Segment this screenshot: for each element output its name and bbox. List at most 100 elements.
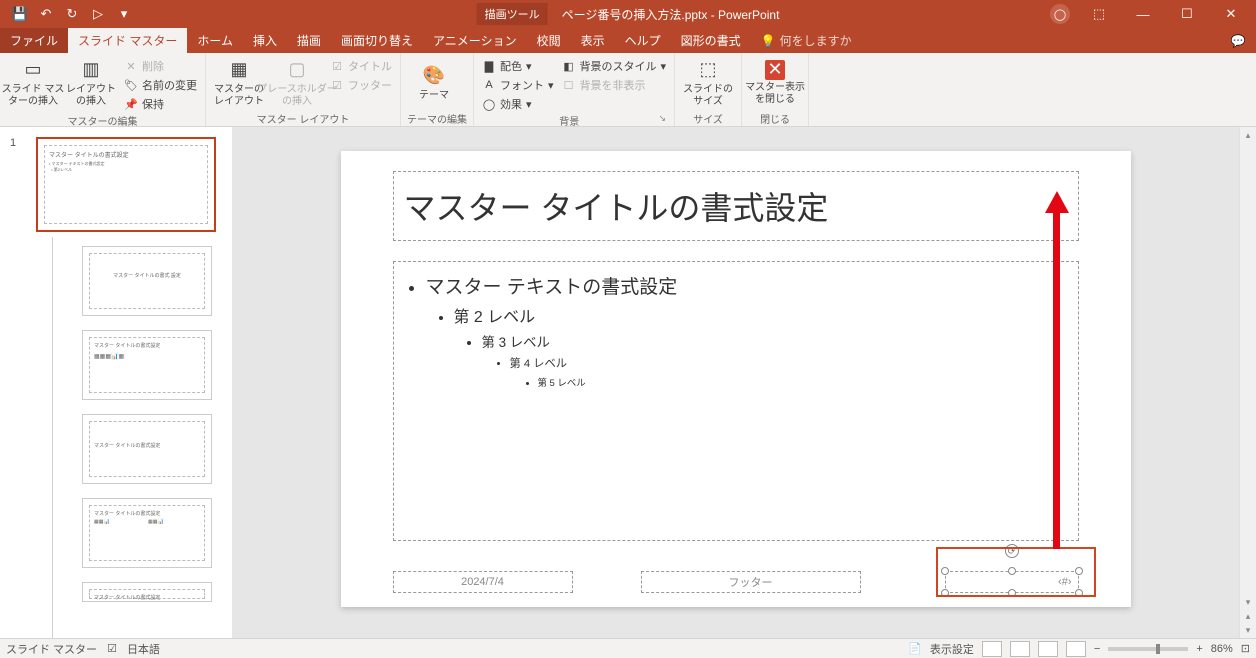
zoom-out-button[interactable]: − [1094,643,1100,655]
annotation-arrow-head-icon [1045,191,1069,213]
insert-placeholder-button: ▢ プレースホルダー の挿入 [270,55,324,111]
slide-edit-area[interactable]: マスター タイトルの書式設定 マスター テキストの書式設定 第 2 レベル 第 … [232,127,1239,638]
next-slide-icon[interactable]: ▾ [1240,622,1256,638]
group-edit-theme: 🎨 テーマ テーマの編集 [401,53,474,126]
delete-icon: ✕ [124,59,138,73]
qat-start-slideshow-icon[interactable]: ▷ [86,3,110,25]
layout-thumbnail-4[interactable]: マスター タイトルの書式設定▦▦📊▦▦📊 [82,498,212,568]
normal-view-button[interactable] [982,641,1002,657]
notes-icon[interactable]: 📄 [908,642,922,655]
tab-draw[interactable]: 描画 [287,28,331,53]
group-label-edit-theme: テーマの編集 [407,111,467,128]
scroll-up-icon[interactable]: ▴ [1240,127,1256,143]
resize-handle-s[interactable] [1008,589,1016,597]
footer-placeholder[interactable]: フッター [641,571,861,593]
layout-thumbnail-1[interactable]: マスター タイトルの書式 設定 [82,246,212,316]
tab-review[interactable]: 校閲 [527,28,571,53]
qat-save-icon[interactable]: 💾 [8,3,32,25]
group-edit-master: ▭ スライド マス ターの挿入 ▥ レイアウト の挿入 ✕削除 🏷名前の変更 📌… [0,53,206,126]
tell-me-search[interactable]: 💡 何をしますか [751,28,862,53]
resize-handle-sw[interactable] [941,589,949,597]
tab-slide-master[interactable]: スライド マスター [68,28,187,53]
display-settings-button[interactable]: 表示設定 [930,641,974,657]
reading-view-button[interactable] [1038,641,1058,657]
zoom-in-button[interactable]: + [1196,643,1202,655]
dropdown-icon: ▾ [526,98,532,111]
footer-checkbox: ☑フッター [328,76,394,94]
ribbon: ▭ スライド マス ターの挿入 ▥ レイアウト の挿入 ✕削除 🏷名前の変更 📌… [0,53,1256,127]
tab-help[interactable]: ヘルプ [615,28,671,53]
body-placeholder[interactable]: マスター テキストの書式設定 第 2 レベル 第 3 レベル 第 4 レベル 第… [393,261,1079,541]
group-size: ⬚ スライドの サイズ サイズ [675,53,742,126]
fit-to-window-button[interactable]: ⊡ [1241,642,1250,655]
page-number-placeholder[interactable]: ‹#› ⟳ [945,571,1079,593]
qat-redo-icon[interactable]: ↻ [60,3,84,25]
document-title: ページ番号の挿入方法.pptx - PowerPoint [562,6,780,23]
layout-thumbnail-5[interactable]: マスター タイトルの書式設定 [82,582,212,602]
checkbox-icon: ☑ [330,78,344,92]
tab-transitions[interactable]: 画面切り替え [331,28,423,53]
rotate-handle-icon[interactable]: ⟳ [1005,544,1019,558]
maximize-button[interactable]: ☐ [1166,0,1208,28]
dropdown-icon: ▾ [548,79,554,92]
status-language[interactable]: 日本語 [127,641,160,657]
tab-animations[interactable]: アニメーション [423,28,527,53]
fonts-button[interactable]: Aフォント ▾ [480,76,556,94]
qat-customize-icon[interactable]: ▾ [112,3,136,25]
master-layout-icon: ▦ [227,58,251,82]
insert-layout-button[interactable]: ▥ レイアウト の挿入 [64,55,118,111]
resize-handle-nw[interactable] [941,567,949,575]
comments-icon[interactable]: 💬 [1220,28,1256,53]
thumbnail-panel[interactable]: 1 マスター タイトルの書式設定 • マスター テキストの書式設定 • 第2レベ… [0,127,232,638]
preserve-icon: 📌 [124,97,138,111]
body-level-4: 第 4 レベル [510,355,1068,371]
rename-icon: 🏷 [124,78,138,92]
master-thumbnail[interactable]: マスター タイトルの書式設定 • マスター テキストの書式設定 • 第2レベル [36,137,216,232]
proofing-icon[interactable]: ☑ [107,642,117,655]
qat-undo-icon[interactable]: ↶ [34,3,58,25]
resize-handle-ne[interactable] [1075,567,1083,575]
thumb-tree-line [52,237,53,638]
group-master-layout: ▦ マスターの レイアウト ▢ プレースホルダー の挿入 ☑タイトル ☑フッター… [206,53,401,126]
body-level-5: 第 5 レベル [538,375,1068,389]
background-styles-button[interactable]: ◧背景のスタイル ▾ [560,57,669,75]
status-bar: スライド マスター ☑ 日本語 📄 表示設定 − + 86% ⊡ [0,638,1256,658]
insert-slide-master-button[interactable]: ▭ スライド マス ターの挿入 [6,55,60,111]
colors-button[interactable]: ▇配色 ▾ [480,57,556,75]
close-window-button[interactable]: ✕ [1210,0,1252,28]
zoom-level[interactable]: 86% [1211,643,1233,655]
date-placeholder[interactable]: 2024/7/4 [393,571,573,593]
tab-home[interactable]: ホーム [187,28,243,53]
minimize-button[interactable]: — [1122,0,1164,28]
preserve-button[interactable]: 📌保持 [122,95,199,113]
checkbox-icon: ☐ [562,78,576,92]
account-avatar-icon[interactable]: ◯ [1050,4,1070,24]
group-label-size: サイズ [681,111,735,128]
layout-icon: ▥ [79,58,103,82]
slide-canvas[interactable]: マスター タイトルの書式設定 マスター テキストの書式設定 第 2 レベル 第 … [341,151,1131,607]
rename-button[interactable]: 🏷名前の変更 [122,76,199,94]
tab-file[interactable]: ファイル [0,28,68,53]
tab-view[interactable]: 表示 [571,28,615,53]
vertical-scrollbar[interactable]: ▴ ▾ ▴ ▾ [1239,127,1256,638]
layout-thumbnail-2[interactable]: マスター タイトルの書式設定▦▦▦📊▦ [82,330,212,400]
delete-button: ✕削除 [122,57,199,75]
sorter-view-button[interactable] [1010,641,1030,657]
slideshow-view-button[interactable] [1066,641,1086,657]
group-close: ✕ マスター表示 を閉じる 閉じる [742,53,809,126]
slide-size-button[interactable]: ⬚ スライドの サイズ [681,55,735,111]
title-placeholder[interactable]: マスター タイトルの書式設定 [393,171,1079,241]
ribbon-display-options-icon[interactable]: ⬚ [1078,0,1120,28]
hide-background-checkbox: ☐背景を非表示 [560,76,669,94]
theme-button[interactable]: 🎨 テーマ [407,55,461,111]
tab-insert[interactable]: 挿入 [243,28,287,53]
close-master-view-button[interactable]: ✕ マスター表示 を閉じる [748,55,802,111]
effects-button[interactable]: ◯効果 ▾ [480,95,556,113]
title-center: 描画ツール ページ番号の挿入方法.pptx - PowerPoint [477,3,780,25]
tab-shape-format[interactable]: 図形の書式 [671,28,751,53]
resize-handle-se[interactable] [1075,589,1083,597]
group-label-close: 閉じる [748,111,802,128]
zoom-slider[interactable] [1108,647,1188,651]
layout-thumbnail-3[interactable]: マスター タイトルの書式設定 [82,414,212,484]
resize-handle-n[interactable] [1008,567,1016,575]
